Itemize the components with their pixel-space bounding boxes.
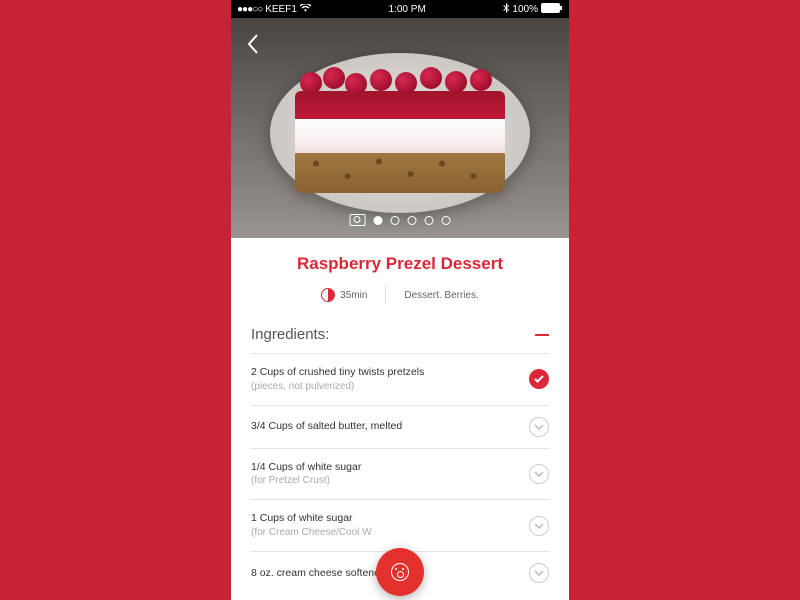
check-toggle[interactable] (529, 369, 549, 389)
pager-dot[interactable] (408, 216, 417, 225)
section-title: Ingredients: (251, 326, 329, 343)
fab-button[interactable] (376, 548, 424, 596)
check-toggle[interactable] (529, 464, 549, 484)
divider (385, 286, 386, 304)
recipe-photo (295, 63, 505, 193)
content-area: Raspberry Prezel Dessert 35min Dessert. … (231, 238, 569, 600)
ingredient-row[interactable]: 1 Cups of white sugar(for Cream Cheese/C… (251, 499, 549, 551)
ingredient-row[interactable]: 1/4 Cups of white sugar(for Pretzel Crus… (251, 448, 549, 500)
back-button[interactable] (245, 32, 261, 61)
recipe-title: Raspberry Prezel Dessert (251, 254, 549, 274)
ingredient-text: 8 oz. cream cheese softened (251, 566, 386, 581)
bluetooth-icon (503, 3, 509, 16)
ingredient-row[interactable]: 2 Cups of crushed tiny twists pretzels(p… (251, 353, 549, 405)
ingredient-text: 3/4 Cups of salted butter, melted (251, 419, 402, 434)
signal-icon: ●●●○○ (237, 4, 262, 15)
timer-icon (321, 288, 335, 302)
wifi-icon (300, 4, 311, 15)
battery-label: 100% (512, 4, 538, 15)
hero-image (231, 18, 569, 238)
clock: 1:00 PM (389, 4, 426, 15)
pager-dot[interactable] (391, 216, 400, 225)
status-bar: ●●●○○ KEEF1 1:00 PM 100% (231, 0, 569, 18)
pager-dot[interactable] (442, 216, 451, 225)
pager-dot[interactable] (425, 216, 434, 225)
face-icon (391, 563, 409, 581)
ingredient-row[interactable]: 3/4 Cups of salted butter, melted (251, 405, 549, 448)
check-toggle[interactable] (529, 516, 549, 536)
recipe-meta: 35min Dessert. Berries. (251, 286, 549, 304)
collapse-icon (535, 334, 549, 336)
check-toggle[interactable] (529, 417, 549, 437)
ingredient-text: 1/4 Cups of white sugar(for Pretzel Crus… (251, 460, 361, 489)
photo-pager (350, 214, 451, 226)
ingredient-text: 2 Cups of crushed tiny twists pretzels(p… (251, 365, 424, 394)
recipe-tags: Dessert. Berries. (404, 290, 478, 301)
pager-dot[interactable] (374, 216, 383, 225)
battery-icon (541, 3, 563, 16)
check-toggle[interactable] (529, 563, 549, 583)
phone-frame: ●●●○○ KEEF1 1:00 PM 100% Raspberry Preze… (231, 0, 569, 600)
carrier-label: KEEF1 (265, 4, 297, 15)
section-header[interactable]: Ingredients: (251, 326, 549, 343)
cook-time: 35min (340, 290, 367, 301)
camera-icon[interactable] (350, 214, 366, 226)
ingredient-text: 1 Cups of white sugar(for Cream Cheese/C… (251, 511, 372, 540)
